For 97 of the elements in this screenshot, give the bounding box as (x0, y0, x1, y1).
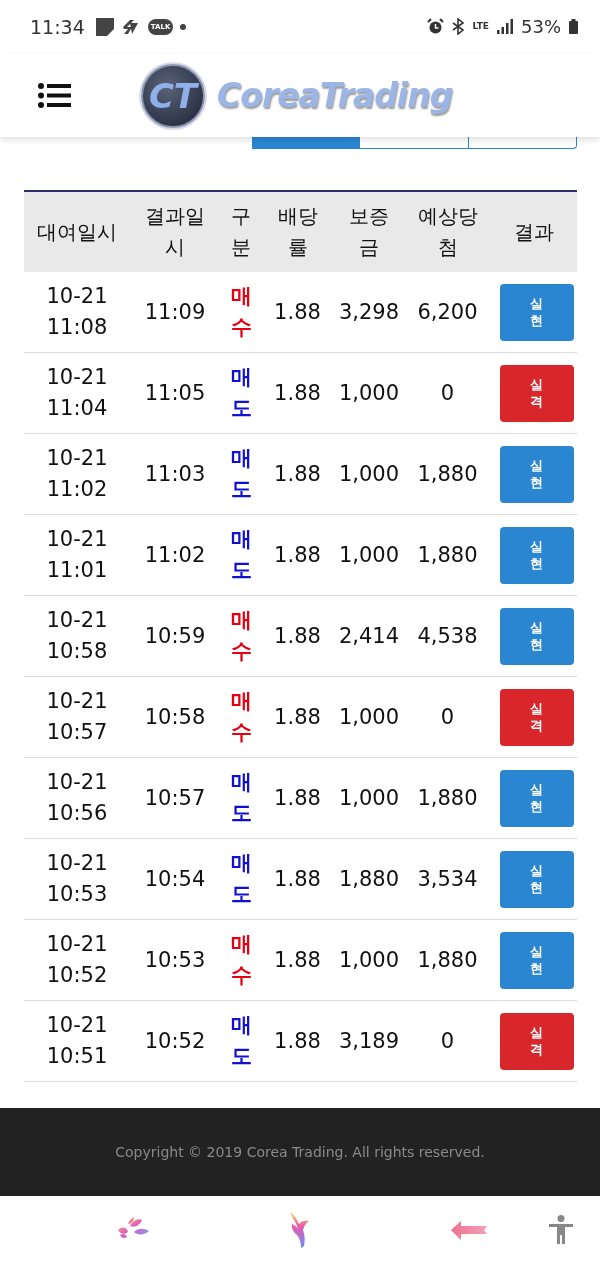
network-type: LTE (472, 22, 489, 32)
table-cell-text: 1.88 (273, 865, 322, 893)
column-header: 결과 (512, 218, 555, 246)
table-cell-text: 3,298 (337, 298, 401, 326)
result-button[interactable]: 실현 (499, 850, 574, 908)
column-header: 구분 (230, 203, 252, 261)
table-cell-text: 1,000 (337, 379, 401, 407)
table-cell-text: 10:58 (143, 703, 207, 731)
leaf-icon[interactable] (116, 1216, 150, 1240)
table-cell-text: 1,880 (337, 865, 401, 893)
table-cell-text: 6,200 (416, 298, 479, 326)
column-header: 대여일시 (36, 218, 118, 246)
column-header: 보증금 (348, 203, 390, 261)
table-cell-text: 1,880 (416, 946, 479, 974)
menu-icon[interactable] (38, 83, 71, 109)
table-cell-text: 매수 (229, 688, 253, 746)
table-cell-text: 10-21 11:08 (45, 283, 109, 341)
tab[interactable] (468, 137, 577, 149)
table-cell-text: 11:02 (143, 541, 207, 569)
result-button[interactable]: 실현 (499, 931, 574, 989)
table-cell-text: 11:03 (143, 460, 207, 488)
table-cell-text: 11:09 (143, 298, 207, 326)
table-cell-text: 10-21 10:53 (45, 850, 109, 908)
result-button[interactable]: 실현 (499, 526, 574, 584)
bird-icon[interactable] (288, 1212, 312, 1248)
logo-text[interactable]: CoreaTrading (217, 76, 453, 116)
battery-icon (569, 19, 578, 35)
table-cell-text: 1,000 (337, 784, 401, 812)
table-cell-text: 3,534 (416, 865, 479, 893)
table-cell-text: 10:52 (143, 1027, 207, 1055)
battery-percent: 53% (521, 16, 561, 38)
table-cell-text: 매도 (229, 364, 253, 422)
table-cell-text: 매도 (229, 445, 253, 503)
table-cell-text: 1,000 (337, 703, 401, 731)
dot-icon (180, 23, 187, 30)
table-cell-text: 1.88 (273, 460, 322, 488)
table-cell-text: 1.88 (273, 298, 322, 326)
table-cell-text: 10:59 (143, 622, 207, 650)
note-icon (95, 17, 114, 36)
table-cell-text: 매도 (229, 526, 253, 584)
table-cell-text: 10-21 11:01 (45, 526, 109, 584)
table-cell-text: 10-21 10:58 (45, 607, 109, 665)
result-button[interactable]: 실현 (499, 445, 574, 503)
table-cell-text: 0 (439, 1027, 456, 1055)
table-cell-text: 1,880 (416, 541, 479, 569)
result-button[interactable]: 실현 (499, 283, 574, 341)
column-header: 배당률 (276, 203, 319, 261)
link-icon (120, 18, 141, 35)
table-cell-text: 1,000 (337, 541, 401, 569)
table-cell-text: 1.88 (273, 379, 322, 407)
table-cell-text: 1,000 (337, 946, 401, 974)
result-button[interactable]: 실격 (499, 688, 574, 746)
table-cell-text: 매도 (229, 1012, 253, 1070)
table-cell-text: 매수 (229, 607, 253, 665)
copyright-text: Copyright © 2019 Corea Trading. All rights reserved. (115, 1144, 485, 1160)
table-cell-text: 1,000 (337, 460, 401, 488)
result-button[interactable]: 실현 (499, 769, 574, 827)
table-cell-text: 매수 (229, 931, 253, 989)
accessibility-icon[interactable] (549, 1215, 573, 1244)
table-cell-text: 10:54 (143, 865, 207, 893)
table-cell-text: 1.88 (273, 541, 322, 569)
table-cell-text: 2,414 (337, 622, 401, 650)
result-button[interactable]: 실격 (499, 364, 574, 422)
table-cell-text: 10-21 11:02 (45, 445, 109, 503)
result-button[interactable]: 실격 (499, 1012, 574, 1070)
tab[interactable] (360, 137, 469, 149)
table-cell-text: 10-21 11:04 (45, 364, 109, 422)
table-cell-text: 10-21 10:52 (45, 931, 109, 989)
table-cell-text: 1,880 (416, 784, 479, 812)
column-header: 예상당첨 (416, 203, 479, 261)
table-cell-text: 10:53 (143, 946, 207, 974)
table-cell-text: 0 (439, 379, 456, 407)
table-cell-text: 1.88 (273, 784, 322, 812)
table-cell-text: 11:05 (143, 379, 207, 407)
table-cell-text: 0 (439, 703, 456, 731)
table-cell-text: 매도 (229, 850, 253, 908)
signal-icon (497, 19, 513, 35)
logo-mark[interactable]: CT (141, 63, 205, 128)
table-cell-text: 1.88 (273, 703, 322, 731)
table-cell-text: 3,189 (337, 1027, 401, 1055)
table-cell-text: 10-21 10:51 (45, 1012, 109, 1070)
clock-time: 11:34 (30, 15, 85, 38)
bluetooth-icon (452, 18, 465, 36)
table-cell-text: 1,880 (416, 460, 479, 488)
table-cell-text: 10:57 (143, 784, 207, 812)
alarm-icon (427, 18, 445, 36)
table-cell-text: 4,538 (416, 622, 479, 650)
column-header: 결과일시 (144, 203, 206, 261)
result-button[interactable]: 실현 (499, 607, 574, 665)
table-cell-text: 10-21 10:56 (45, 769, 109, 827)
table-cell-text: 매도 (229, 769, 253, 827)
table-cell-text: 1.88 (273, 622, 322, 650)
table-cell-text: 1.88 (273, 946, 322, 974)
table-cell-text: 1.88 (273, 1027, 322, 1055)
table-cell-text: 매수 (229, 283, 253, 341)
back-arrow-icon[interactable] (451, 1221, 487, 1241)
table-cell-text: 10-21 10:57 (45, 688, 109, 746)
